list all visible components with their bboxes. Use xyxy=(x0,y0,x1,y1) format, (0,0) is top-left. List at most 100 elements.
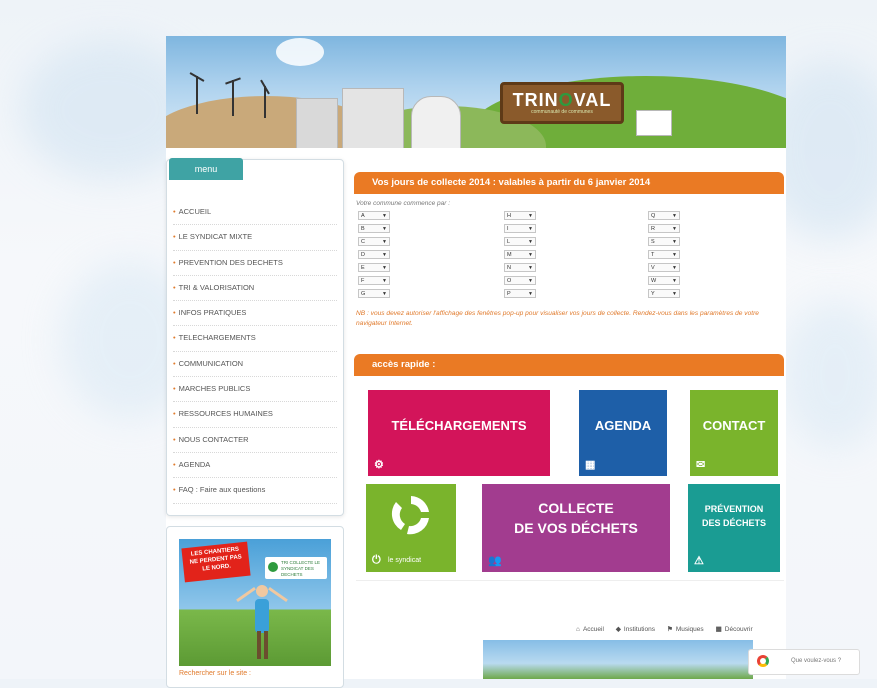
dropdown-arrow-icon: ▼ xyxy=(528,252,533,258)
wind-turbine xyxy=(196,76,198,114)
flag-icon: ⚑ xyxy=(666,626,673,633)
tile-syndicat[interactable]: ⏻ le syndicat xyxy=(366,484,456,572)
letter-select[interactable]: D ▼ xyxy=(358,250,390,259)
tile-collecte[interactable]: COLLECTE DE VOS DÉCHETS 👥 xyxy=(482,484,670,572)
tiles-divider xyxy=(356,580,784,581)
letter-select[interactable]: N ▼ xyxy=(504,263,536,272)
select-value: D xyxy=(361,252,365,258)
tile-label: le syndicat xyxy=(388,557,422,564)
letter-select[interactable]: C ▼ xyxy=(358,237,390,246)
logo-word-prefix: TRIN xyxy=(512,90,559,110)
select-value: M xyxy=(507,252,512,258)
letter-select[interactable]: G ▼ xyxy=(358,289,390,298)
dropdown-arrow-icon: ▼ xyxy=(382,265,387,271)
letter-select[interactable]: B ▼ xyxy=(358,224,390,233)
letter-select[interactable]: W ▼ xyxy=(648,276,680,285)
select-value: V xyxy=(651,265,655,271)
logo-tagline: communauté de communes xyxy=(531,109,593,115)
letter-select[interactable]: F ▼ xyxy=(358,276,390,285)
dropdown-arrow-icon: ▼ xyxy=(528,291,533,297)
trinoval-logo[interactable]: TRINOVAL communauté de communes xyxy=(500,82,624,124)
menu-item-marches[interactable]: • MARCHES PUBLICS xyxy=(173,377,337,403)
dropdown-arrow-icon: ▼ xyxy=(528,213,533,219)
menu-list: • ACCUEIL • LE SYNDICAT MIXTE • PREVENTION … xyxy=(173,200,337,504)
person-leg xyxy=(264,631,268,659)
dropdown-arrow-icon: ▼ xyxy=(672,278,677,284)
letter-select[interactable]: E ▼ xyxy=(358,263,390,272)
menu-item-communication[interactable]: • COMMUNICATION xyxy=(173,352,337,378)
tile-label-line1: PRÉVENTION xyxy=(704,504,764,514)
letter-select[interactable]: S ▼ xyxy=(648,237,680,246)
power-icon: ⏻ xyxy=(372,554,381,566)
promo-flag: LES CHANTIERS NE PERDENT PAS LE NORD. xyxy=(181,541,251,583)
letter-select[interactable]: P ▼ xyxy=(504,289,536,298)
letter-select[interactable]: O ▼ xyxy=(504,276,536,285)
select-value: G xyxy=(361,291,366,297)
warning-icon: ⚠ xyxy=(694,555,704,567)
letter-select[interactable]: H ▼ xyxy=(504,211,536,220)
letter-select[interactable]: R ▼ xyxy=(648,224,680,233)
promo-badge-text: TRI COLLECTE LE SYNDICAT DES DECHETS xyxy=(281,560,321,577)
tile-prevention[interactable]: PRÉVENTION DES DÉCHETS ⚠ xyxy=(688,484,780,572)
select-value: I xyxy=(507,226,509,232)
tile-label: AGENDA xyxy=(594,418,652,433)
browser-nav: ⌂ Accueil ◆ Institutions ⚑ Musiques ▦ Découv… xyxy=(576,619,753,639)
menu-item-label: PREVENTION DES DECHETS xyxy=(178,257,283,267)
menu-item-accueil[interactable]: • ACCUEIL xyxy=(173,200,337,226)
tile-contact[interactable]: CONTACT ✉ xyxy=(690,390,778,476)
menu-item-tri[interactable]: • TRI & VALORISATION xyxy=(173,276,337,302)
dropdown-arrow-icon: ▼ xyxy=(382,226,387,232)
letter-select[interactable]: V ▼ xyxy=(648,263,680,272)
menu-item-agenda[interactable]: • AGENDA xyxy=(173,453,337,479)
menu-item-label: FAQ : Faire aux questions xyxy=(178,485,266,495)
bullet-icon: • xyxy=(173,232,176,242)
bullet-icon: • xyxy=(173,485,176,495)
nav-accueil[interactable]: ⌂ Accueil xyxy=(576,626,604,633)
menu-item-syndicat[interactable]: • LE SYNDICAT MIXTE xyxy=(173,225,337,251)
tile-agenda[interactable]: AGENDA ▦ xyxy=(579,390,667,476)
letter-select[interactable]: T ▼ xyxy=(648,250,680,259)
wind-turbine xyxy=(232,80,234,116)
recycle-icon xyxy=(268,562,278,572)
pin-icon: ◆ xyxy=(615,626,621,633)
nav-musiques[interactable]: ⚑ Musiques xyxy=(666,625,704,634)
bullet-icon: • xyxy=(173,384,176,394)
menu-item-label: INFOS PRATIQUES xyxy=(178,308,247,318)
dropdown-arrow-icon: ▼ xyxy=(382,278,387,284)
letter-select[interactable]: M ▼ xyxy=(504,250,536,259)
menu-tab: menu xyxy=(169,158,243,180)
bullet-icon: • xyxy=(173,409,176,419)
nav-label: Accueil xyxy=(582,625,604,633)
nav-decouvrir[interactable]: ▦ Découvrir xyxy=(716,625,753,634)
letter-select[interactable]: Q ▼ xyxy=(648,211,680,220)
menu-item-label: MARCHES PUBLICS xyxy=(178,384,251,394)
page-container: TRINOVAL communauté de communes menu • AC… xyxy=(166,36,786,688)
menu-item-faq[interactable]: • FAQ : Faire aux questions xyxy=(173,478,337,504)
nav-label: Découvrir xyxy=(724,625,753,633)
sidebar-menu: menu • ACCUEIL • LE SYNDICAT MIXTE • PREVEN… xyxy=(166,158,344,516)
recycle-logo-icon xyxy=(391,496,429,535)
promo-badge: TRI COLLECTE LE SYNDICAT DES DECHETS xyxy=(265,557,327,579)
letter-select[interactable]: Y ▼ xyxy=(648,289,680,298)
menu-item-telechargements[interactable]: • TELECHARGEMENTS xyxy=(173,326,337,352)
bullet-icon: • xyxy=(173,333,176,343)
search-placeholder: Que voulez-vous ? xyxy=(791,658,842,664)
menu-item-label: TELECHARGEMENTS xyxy=(178,333,256,343)
bullet-icon: • xyxy=(173,282,176,292)
menu-item-prevention[interactable]: • PREVENTION DES DECHETS xyxy=(173,251,337,276)
select-value: N xyxy=(507,265,511,271)
header-banner: TRINOVAL communauté de communes xyxy=(166,36,786,148)
person-leg xyxy=(257,631,261,659)
letter-select[interactable]: I ▼ xyxy=(504,224,536,233)
letter-select[interactable]: L ▼ xyxy=(504,237,536,246)
menu-item-contact[interactable]: • NOUS CONTACTER xyxy=(173,428,337,453)
select-value: Q xyxy=(651,213,656,219)
browser-search-box[interactable]: Que voulez-vous ? xyxy=(748,649,860,675)
letter-select[interactable]: A ▼ xyxy=(358,211,390,220)
nav-institutions[interactable]: ◆ Institutions xyxy=(615,625,655,634)
menu-item-infos[interactable]: • INFOS PRATIQUES xyxy=(173,301,337,327)
menu-item-rh[interactable]: • RESSOURCES HUMAINES xyxy=(173,402,337,428)
tile-telechargements[interactable]: TÉLÉCHARGEMENTS ⚙ xyxy=(368,390,550,476)
bullet-icon: • xyxy=(173,459,176,469)
promo-banner-image[interactable]: LES CHANTIERS NE PERDENT PAS LE NORD. TR… xyxy=(179,539,331,666)
